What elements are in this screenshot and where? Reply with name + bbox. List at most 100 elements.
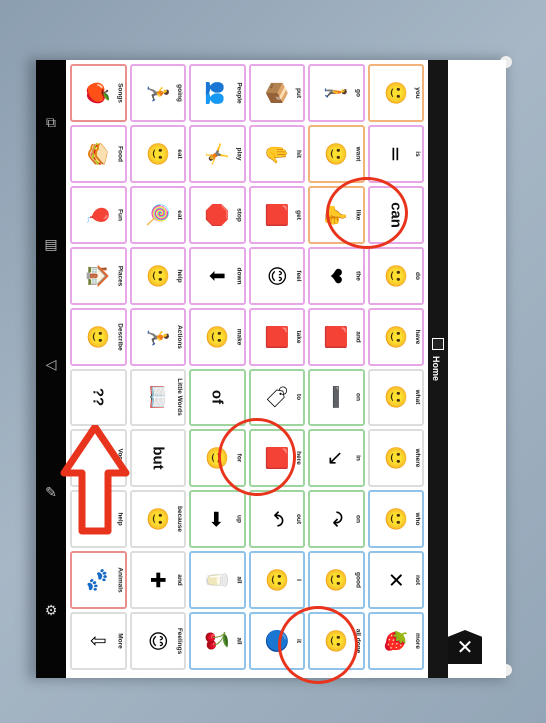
symbol-button[interactable]: 🙂 eat (129, 124, 186, 183)
symbol-button[interactable]: 🤸 play (189, 124, 246, 183)
symbol-label: where (414, 448, 421, 468)
symbol-button[interactable]: 🎈 Fun (70, 185, 127, 244)
symbol-button[interactable]: ⇩ More (70, 612, 127, 670)
symbol-label: the (354, 270, 362, 281)
symbol-button[interactable]: 🙂 want (308, 124, 365, 183)
symbol-button[interactable]: 🙂 I (248, 551, 305, 610)
symbol-button[interactable]: 🙂 help (129, 246, 186, 305)
back-icon[interactable]: ◁ (42, 356, 60, 374)
symbol-button[interactable]: 🙂 good (308, 551, 365, 610)
symbol-picture: ❤ (324, 267, 349, 285)
gear-icon[interactable]: ⚙ (42, 602, 60, 620)
annotation-circle (278, 606, 358, 684)
symbol-picture: 👥 (205, 80, 230, 106)
symbol-button[interactable]: 👥 People (189, 64, 246, 122)
symbol-picture: 📖 (145, 384, 170, 410)
symbol-picture: 🛑 (205, 202, 230, 228)
symbol-button[interactable]: 🙂 who (367, 490, 424, 549)
symbol-button[interactable]: 🏃 going (129, 64, 186, 122)
tablet-screen: ⧉ ▤ ◁ ✎ ⚙ 🍎 Songs 🏃 going 👥 People 📦 put 🚶 go 🙂 you… (36, 60, 506, 678)
symbol-label: and (176, 574, 183, 586)
symbol-label: because (176, 506, 183, 533)
symbol-label: put (295, 87, 302, 98)
symbol-button[interactable]: butbut (129, 429, 186, 488)
symbol-button[interactable]: 🟥 take (248, 307, 305, 366)
symbol-label: Songs (116, 83, 124, 103)
annotation-circle (218, 418, 296, 496)
pencil-icon[interactable]: ✎ (42, 484, 60, 502)
symbol-label: going (176, 84, 183, 102)
symbol-button[interactable]: ↷ on (308, 490, 365, 549)
symbol-button[interactable]: ↘ in (308, 429, 365, 488)
symbol-label: take (295, 330, 302, 344)
symbol-button[interactable]: ➡ up (189, 490, 246, 549)
symbol-picture: ↷ (324, 510, 349, 528)
symbol-button[interactable]: = is (367, 124, 424, 183)
symbol-label: is (414, 151, 421, 157)
symbol-button[interactable]: 😊 feel (248, 246, 305, 305)
symbol-button[interactable]: 📖 Little Words (129, 368, 186, 427)
symbol-button[interactable]: 🟥 and (308, 307, 365, 366)
symbol-button[interactable]: ✕ not (367, 551, 424, 610)
symbol-picture: but (149, 446, 167, 471)
symbol-label: down (235, 267, 243, 285)
symbol-button[interactable]: 🟥 get (248, 185, 305, 244)
symbol-label: feel (295, 270, 302, 282)
symbol-label: Animals (116, 567, 124, 593)
symbol-button[interactable]: ↶ out (248, 490, 305, 549)
symbol-button[interactable]: 🏠 Places (70, 246, 127, 305)
symbol-button[interactable]: 🍓 more (367, 612, 424, 670)
symbol-button[interactable]: 🥛 all (189, 551, 246, 610)
symbol-label: up (235, 515, 243, 524)
symbol-label: Fun (116, 208, 124, 221)
symbol-button[interactable]: ⬇ down (189, 246, 246, 305)
symbol-picture: ⬇ (205, 267, 230, 285)
symbol-button[interactable]: 🙂 what (367, 368, 424, 427)
symbol-button[interactable]: 🙂 Describe (70, 307, 127, 366)
symbol-button[interactable]: ??Questions? (70, 368, 127, 427)
symbol-picture: ➖ (324, 384, 349, 410)
symbol-button[interactable]: 🍎 Songs (70, 64, 127, 122)
symbol-button[interactable]: 🥪 Food (70, 124, 127, 183)
close-button[interactable]: ✕ (448, 630, 482, 664)
symbol-picture: ↶ (264, 510, 289, 528)
symbol-picture: 🙂 (205, 324, 230, 349)
symbol-button[interactable]: ofof (189, 368, 246, 427)
symbol-button[interactable]: 🍒 all (189, 612, 246, 670)
symbol-button[interactable]: 🐾 Animals (70, 551, 127, 610)
symbol-button[interactable]: ✚ and (129, 551, 186, 610)
symbol-picture: 🙂 (383, 263, 408, 289)
symbol-button[interactable]: 🏃 Actions (129, 307, 186, 366)
symbol-picture: 🟥 (264, 324, 289, 349)
symbol-picture: 🟥 (264, 202, 289, 228)
symbol-button[interactable]: 🙂 where (367, 429, 424, 488)
symbol-button[interactable]: 🙂 you (367, 64, 424, 122)
symbol-button[interactable]: 📦 put (248, 64, 305, 122)
symbol-button[interactable]: 🙂 have (367, 307, 424, 366)
symbol-button[interactable]: ❤ the (308, 246, 365, 305)
symbol-button[interactable]: 🚶 go (308, 64, 365, 122)
symbol-label: hit (295, 149, 302, 158)
symbol-picture: 🙂 (145, 263, 170, 289)
symbol-picture: 📦 (264, 80, 289, 106)
keyboard-icon[interactable]: ▤ (42, 236, 60, 254)
copy-icon[interactable]: ⧉ (42, 114, 60, 132)
symbol-button[interactable]: ✋ hit (248, 124, 305, 183)
symbol-button[interactable]: 😊 Feelings (129, 612, 186, 670)
symbol-button[interactable]: 🍭 eat (129, 185, 186, 244)
symbol-button[interactable]: 🙂 because (129, 490, 186, 549)
symbol-button[interactable]: 🛑 stop (189, 185, 246, 244)
symbol-label: make (235, 328, 243, 345)
home-icon[interactable] (432, 338, 444, 350)
symbol-label: have (414, 329, 421, 344)
symbol-label: more (414, 633, 421, 649)
symbol-button[interactable]: 🙂 make (189, 307, 246, 366)
symbol-label: play (235, 147, 243, 161)
symbol-label: out (295, 514, 302, 525)
symbol-button[interactable]: ➖ on (308, 368, 365, 427)
android-nav-bar: ⧉ ▤ ◁ ✎ ⚙ (36, 60, 66, 678)
symbol-label: go (354, 88, 362, 97)
symbol-picture: ↘ (324, 449, 349, 467)
symbol-button[interactable]: 🙂 do (367, 246, 424, 305)
symbol-picture: 🙂 (324, 141, 349, 167)
